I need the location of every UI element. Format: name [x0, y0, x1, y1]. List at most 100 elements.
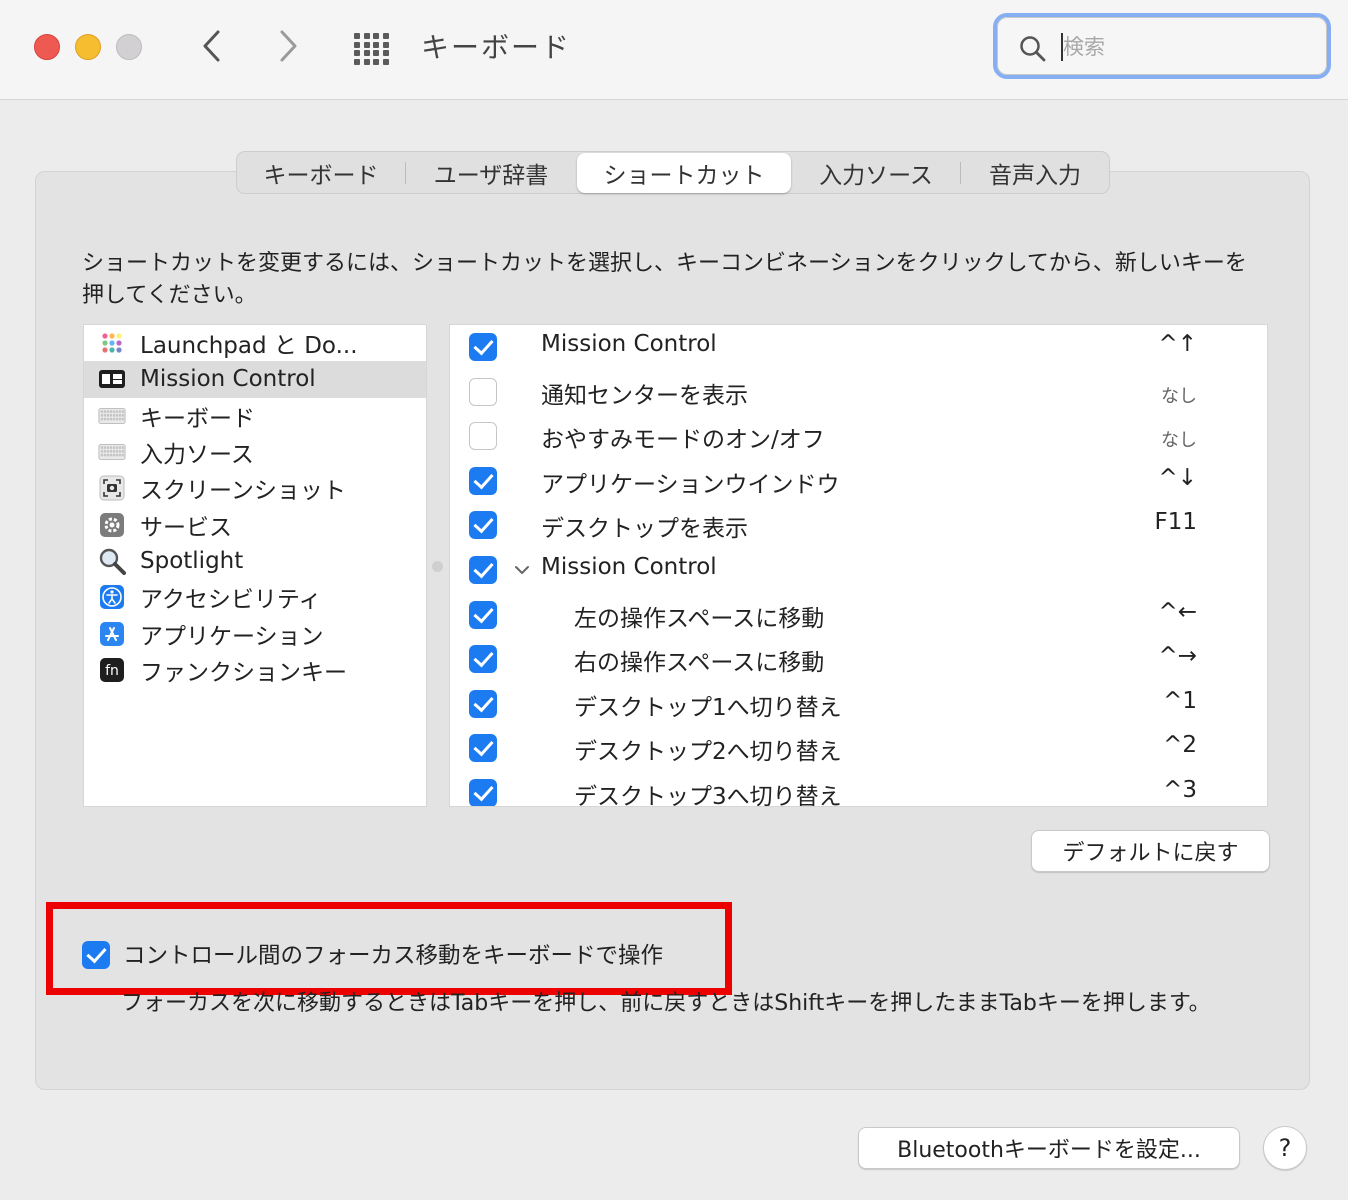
shortcut-key[interactable]: F11 — [1155, 509, 1198, 535]
shortcut-row[interactable]: デスクトップを表示 F11 — [450, 503, 1267, 547]
shortcut-key[interactable]: ^1 — [1163, 688, 1197, 714]
shortcut-checkbox[interactable] — [469, 689, 497, 718]
shortcut-key[interactable]: ^↑ — [1158, 331, 1197, 357]
shortcut-label: アプリケーションウインドウ — [541, 471, 840, 498]
shortcut-row[interactable]: アプリケーションウインドウ ^↓ — [450, 459, 1267, 503]
gear-icon — [98, 511, 126, 539]
category-label: Spotlight — [140, 547, 244, 574]
category-item[interactable]: アクセシビリティ — [84, 579, 426, 615]
shortcut-checkbox[interactable] — [469, 645, 497, 674]
title-bar: キーボード — [0, 0, 1348, 100]
category-label: Launchpad と Do... — [140, 333, 358, 360]
tab-2[interactable]: ショートカット — [577, 152, 791, 193]
shortcut-checkbox[interactable] — [469, 422, 497, 451]
shortcut-list[interactable]: Mission Control ^↑ 通知センターを表示 なし おやすみモードのオン/オ… — [449, 324, 1268, 807]
shortcut-checkbox[interactable] — [469, 556, 497, 584]
shortcut-key[interactable]: ^↓ — [1158, 465, 1197, 491]
shortcut-label: デスクトップ3へ切り替え — [574, 784, 842, 807]
shortcut-label: 左の操作スペースに移動 — [574, 605, 825, 632]
shortcut-row[interactable]: Mission Control ^↑ — [450, 325, 1267, 369]
grid-dot — [373, 50, 379, 56]
focus-keyboard-description: フォーカスを次に移動するときはTabキーを押し、前に戻すときはShiftキーを押… — [121, 991, 1211, 1016]
shortcut-label: デスクトップ1へ切り替え — [574, 694, 842, 721]
category-label: スクリーンショット — [140, 478, 346, 505]
show-all-grid-button[interactable] — [350, 30, 392, 65]
category-label: ファンクションキー — [140, 659, 347, 686]
chevron-left-icon — [203, 30, 220, 62]
grid-dot — [363, 33, 370, 39]
category-list[interactable]: Launchpad と Do... Mission Control キーボード 入力ソ… — [83, 324, 427, 807]
setup-bluetooth-keyboard-button[interactable]: Bluetoothキーボードを設定... — [858, 1127, 1240, 1169]
tab-3[interactable]: 入力ソース — [792, 152, 960, 193]
shortcut-checkbox[interactable] — [469, 600, 497, 629]
grid-dot — [363, 41, 370, 48]
back-button[interactable] — [192, 26, 232, 66]
category-item[interactable]: 入力ソース — [84, 434, 426, 470]
chevron-right-icon — [280, 30, 297, 62]
grid-dot — [363, 58, 370, 65]
zoom-window-button[interactable] — [116, 34, 142, 60]
fn-icon: fn — [98, 656, 126, 684]
restore-defaults-button[interactable]: デフォルトに戻す — [1031, 830, 1270, 872]
help-button[interactable]: ? — [1263, 1126, 1307, 1170]
category-item[interactable]: Mission Control — [84, 361, 426, 398]
shortcut-key[interactable]: なし — [1161, 426, 1197, 452]
tab-1[interactable]: ユーザ辞書 — [406, 152, 576, 193]
shortcut-checkbox[interactable] — [469, 333, 497, 361]
shortcut-key[interactable]: なし — [1161, 382, 1197, 408]
forward-button[interactable] — [268, 26, 308, 66]
category-item[interactable]: サービス — [84, 506, 426, 542]
shortcut-row[interactable]: 左の操作スペースに移動 ^← — [450, 593, 1267, 637]
grid-dot — [354, 41, 360, 48]
grid-dot — [363, 50, 370, 56]
shortcut-checkbox[interactable] — [469, 511, 497, 540]
category-item[interactable]: アプリケーション — [84, 615, 426, 651]
split-view-handle[interactable] — [432, 561, 443, 572]
shortcut-checkbox[interactable] — [469, 734, 497, 763]
shortcut-row[interactable]: 右の操作スペースに移動 ^→ — [450, 637, 1267, 681]
shortcut-row[interactable]: デスクトップ3へ切り替え ^3 — [450, 771, 1267, 807]
focus-keyboard-label: コントロール間のフォーカス移動をキーボードで操作 — [123, 943, 664, 969]
shortcut-row[interactable]: おやすみモードのオン/オフ なし — [450, 414, 1267, 458]
search-input[interactable] — [1063, 30, 1313, 64]
close-window-button[interactable] — [34, 34, 60, 60]
shortcut-label: Mission Control — [541, 554, 717, 580]
mission-control-icon — [98, 365, 126, 393]
tab-4[interactable]: 音声入力 — [961, 152, 1109, 193]
category-item[interactable]: Spotlight — [84, 543, 426, 579]
shortcut-label: デスクトップを表示 — [541, 516, 748, 543]
search-field[interactable] — [993, 13, 1331, 79]
disclosure-chevron-icon[interactable] — [514, 561, 530, 580]
shortcut-row[interactable]: 通知センターを表示 なし — [450, 370, 1267, 414]
grid-dot — [373, 33, 379, 39]
accessibility-icon — [98, 583, 126, 611]
shortcut-checkbox[interactable] — [469, 377, 497, 406]
category-item[interactable]: Launchpad と Do... — [84, 325, 426, 361]
shortcut-key[interactable]: ^→ — [1158, 643, 1197, 669]
svg-text:fn: fn — [105, 663, 119, 679]
category-item[interactable]: スクリーンショット — [84, 470, 426, 506]
shortcut-label: 右の操作スペースに移動 — [574, 650, 825, 677]
focus-keyboard-checkbox[interactable] — [82, 941, 110, 969]
shortcut-label: おやすみモードのオン/オフ — [541, 427, 825, 454]
tab-bar: キーボード ユーザ辞書 ショートカット 入力ソース 音声入力 — [236, 151, 1110, 194]
grid-dot — [382, 58, 389, 65]
shortcut-key[interactable]: ^2 — [1163, 732, 1197, 758]
tab-0[interactable]: キーボード — [237, 152, 405, 193]
grid-dot — [373, 41, 379, 48]
magnifier-icon — [98, 547, 126, 575]
shortcut-row[interactable]: デスクトップ2へ切り替え ^2 — [450, 726, 1267, 770]
screenshot-icon — [98, 474, 126, 502]
search-icon — [1020, 36, 1046, 62]
minimize-window-button[interactable] — [75, 34, 101, 60]
shortcut-checkbox[interactable] — [469, 466, 497, 495]
shortcut-row[interactable]: デスクトップ1へ切り替え ^1 — [450, 682, 1267, 726]
shortcut-key[interactable]: ^3 — [1163, 777, 1197, 803]
shortcut-key[interactable]: ^← — [1158, 599, 1197, 625]
shortcut-row[interactable]: Mission Control — [450, 548, 1267, 592]
category-item[interactable]: キーボード — [84, 398, 426, 434]
category-item[interactable]: fn ファンクションキー — [84, 652, 426, 688]
shortcut-checkbox[interactable] — [469, 779, 497, 806]
category-label: キーボード — [140, 405, 255, 432]
category-label: アクセシビリティ — [140, 587, 322, 614]
